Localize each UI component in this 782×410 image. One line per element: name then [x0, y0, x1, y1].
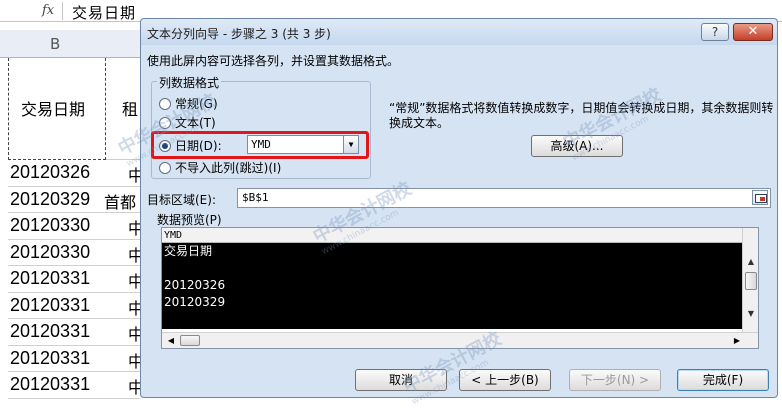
table-row[interactable]: 20120331 中 — [8, 266, 144, 293]
next-button[interactable]: 下一步(N) > — [569, 369, 661, 391]
scroll-right-icon[interactable]: ▶ — [730, 333, 744, 348]
dialog-title-bar[interactable]: 文本分列向导 - 步骤之 3 (共 3 步) ? ✕ — [141, 19, 777, 45]
help-button[interactable]: ? — [701, 23, 729, 41]
dialog-title: 文本分列向导 - 步骤之 3 (共 3 步) — [147, 27, 331, 41]
date-cell: 20120331 — [10, 294, 91, 315]
preview-line: 20120329 — [164, 295, 226, 309]
selected-header-cell[interactable]: 交易日期 — [8, 58, 106, 160]
radio-skip[interactable]: 不导入此列(跳过)(I) — [159, 159, 281, 176]
column-format-title: 列数据格式 — [157, 74, 222, 91]
scroll-left-icon[interactable]: ◀ — [164, 333, 178, 348]
name-cell: 首都 — [104, 192, 137, 212]
text-to-columns-dialog: 文本分列向导 - 步骤之 3 (共 3 步) ? ✕ 使用此屏内容可选择各列，并… — [140, 18, 778, 398]
preview-line: 交易日期 — [164, 244, 213, 258]
function-icon[interactable]: fx — [42, 3, 54, 18]
target-label: 目标区域(E): — [147, 193, 216, 207]
scroll-up-icon[interactable]: ▲ — [743, 254, 759, 270]
table-row[interactable]: 20120330 中 — [8, 213, 144, 240]
date-cell: 20120331 — [10, 321, 91, 341]
date-cell: 20120331 — [10, 268, 91, 288]
target-range-input[interactable]: $B$1 — [237, 188, 771, 208]
table-row[interactable]: 20120331 中 — [8, 293, 144, 319]
scroll-thumb[interactable] — [180, 335, 200, 346]
formula-divider — [62, 2, 63, 20]
adjacent-header-text: 租 — [122, 100, 139, 119]
date-cell: 20120329 — [10, 188, 91, 209]
table-row[interactable]: 20120331 中 — [8, 372, 144, 399]
close-button[interactable]: ✕ — [733, 23, 773, 41]
date-cell: 20120331 — [10, 347, 91, 368]
table-row[interactable]: 20120331 中 — [8, 319, 144, 346]
data-preview[interactable]: YMD 交易日期 20120326 20120329 ▲ ▼ ◀ ▶ — [161, 227, 759, 349]
date-cell: 20120331 — [10, 374, 91, 394]
column-header-b[interactable]: B — [0, 30, 140, 58]
preview-label: 数据预览(P) — [157, 213, 222, 227]
preview-content[interactable]: 交易日期 20120326 20120329 — [162, 243, 742, 329]
dialog-description: 使用此屏内容可选择各列，并设置其数据格式。 — [147, 54, 400, 68]
preview-line: 20120326 — [164, 278, 226, 292]
spreadsheet-grid[interactable]: 交易日期 租 20120326 中 20120329 首都 20120330 中… — [0, 58, 144, 410]
date-cell: 20120330 — [10, 215, 91, 235]
formula-input[interactable]: 交易日期 — [72, 2, 136, 23]
radio-label: 不导入此列(跳过)(I) — [175, 161, 282, 175]
table-row[interactable]: 20120326 中 — [8, 160, 144, 187]
date-cell: 20120330 — [10, 241, 91, 262]
scroll-thumb[interactable] — [745, 272, 757, 290]
date-cell: 20120326 — [10, 162, 91, 182]
radio-icon — [159, 161, 171, 174]
preview-vertical-scrollbar[interactable]: ▲ ▼ — [742, 228, 758, 332]
target-range-value: $B$1 — [242, 191, 269, 204]
header-cell-text: 交易日期 — [21, 100, 86, 119]
table-row[interactable]: 20120330 中 — [8, 240, 144, 266]
range-select-icon[interactable] — [752, 190, 768, 205]
table-row[interactable]: 20120331 中 — [8, 346, 144, 372]
finish-button[interactable]: 完成(F) — [677, 369, 769, 391]
scroll-down-icon[interactable]: ▼ — [743, 306, 759, 322]
preview-column-header[interactable]: YMD — [162, 228, 742, 243]
preview-line — [164, 260, 742, 277]
column-header-label: B — [50, 35, 61, 53]
table-row[interactable]: 20120329 首都 — [8, 187, 140, 213]
